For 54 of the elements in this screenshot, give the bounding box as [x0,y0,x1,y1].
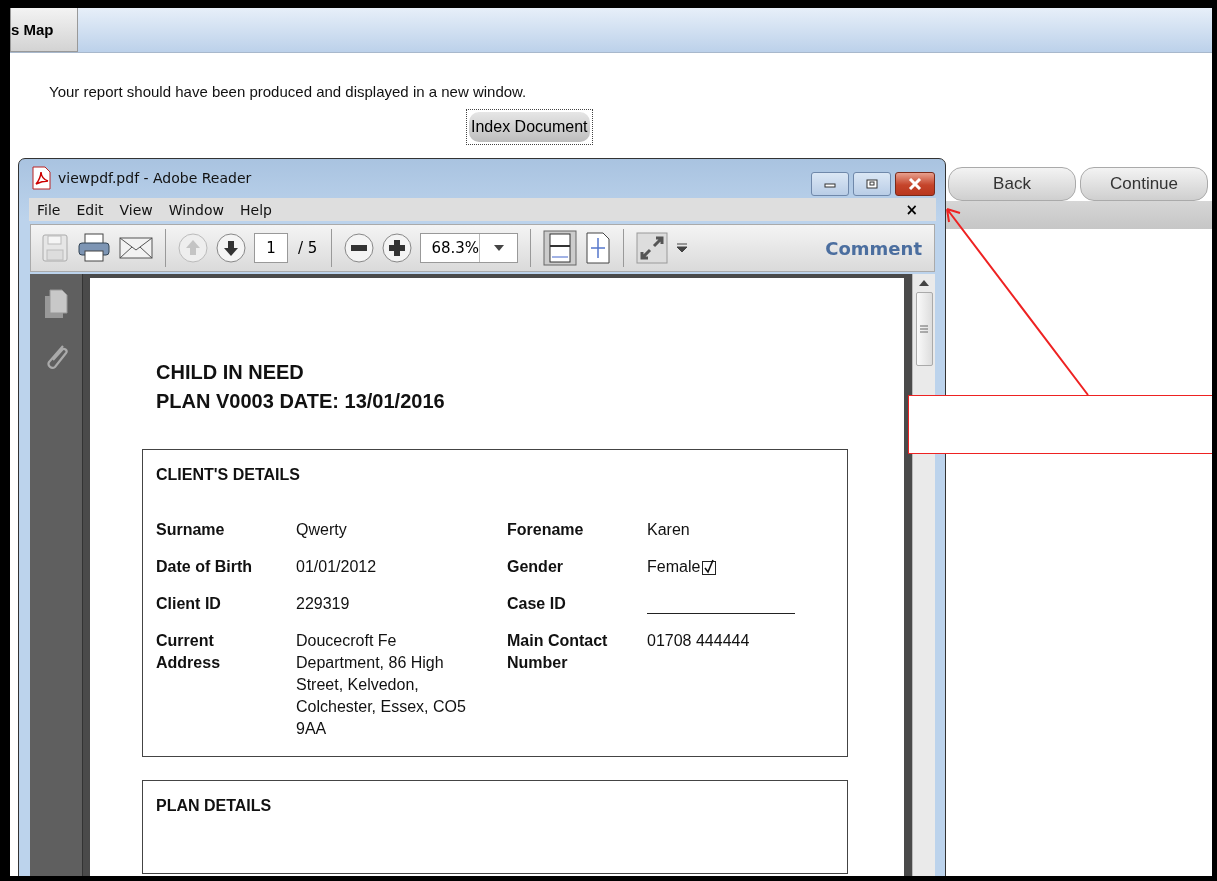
zoom-in-icon[interactable] [382,233,413,264]
zoom-out-icon[interactable] [344,233,375,264]
zoom-field[interactable]: 68.3% [420,233,519,264]
grip-icon [920,325,928,333]
section-heading: PLAN DETAILS [156,797,272,815]
fit-page-icon[interactable] [543,230,578,267]
scroll-up-icon[interactable] [919,280,929,286]
field-value: 01/01/2012 [296,557,378,577]
field-label: Main Contact Number [507,631,609,673]
status-message: Your report should have been produced and displayed in a new window. [49,83,527,100]
menu-item[interactable]: Edit [68,201,112,218]
field-value: 229319 [296,594,351,614]
page-count: / 5 [298,239,318,258]
field-label: Case ID [507,594,567,614]
mail-icon[interactable] [119,235,153,262]
menu-item[interactable]: Help [232,201,280,218]
more-tools-icon[interactable] [676,243,689,254]
section-heading: CLIENT'S DETAILS [156,466,300,484]
menu-item[interactable]: Window [160,201,232,218]
page-number-field[interactable]: 1 [254,233,288,264]
comment-button[interactable]: Comment [823,237,924,259]
nav-button[interactable]: Continue [1080,167,1208,201]
field-value: Female [647,557,701,577]
window-title: viewpdf.pdf - Adobe Reader [58,170,252,187]
menu-item[interactable]: View [111,201,161,218]
scrollbar[interactable] [912,274,935,876]
field-value: Qwerty [296,520,348,540]
nav-button[interactable]: Back [948,167,1076,201]
document-title: PLAN V0003 DATE: 13/01/2016 [156,389,445,414]
index-document-button[interactable]: Index Document [466,109,593,145]
close-button[interactable] [895,172,935,196]
pages-icon[interactable] [43,288,69,320]
field-value: 01708 444444 [647,632,750,649]
expand-icon[interactable] [636,232,669,265]
field-label: Client ID [156,594,222,614]
field-label: Date of Birth [156,557,253,577]
fit-width-icon[interactable] [585,232,612,265]
close-document-button[interactable]: × [899,199,924,220]
maximize-button[interactable] [853,172,891,196]
field-value: Karen [647,521,690,538]
field-label: Forename [507,520,585,540]
restore-icon [866,179,878,189]
field-value: Doucecroft Fe Department, 86 High Street, Kelvedon, Colchester, Essex, CO5 9AA [296,631,467,739]
print-icon[interactable] [77,233,111,264]
menu-item[interactable]: File [29,201,69,218]
document-title: CHILD IN NEED [156,360,304,385]
field-label: Surname [156,520,226,540]
pdf-file-icon [30,166,52,191]
tab[interactable]: s Map [10,8,78,52]
field-label: Current Address [156,631,222,673]
dropdown-caret-icon [493,245,504,252]
field-label: Gender [507,557,564,577]
close-icon [908,178,922,190]
minimize-button[interactable] [811,172,849,196]
